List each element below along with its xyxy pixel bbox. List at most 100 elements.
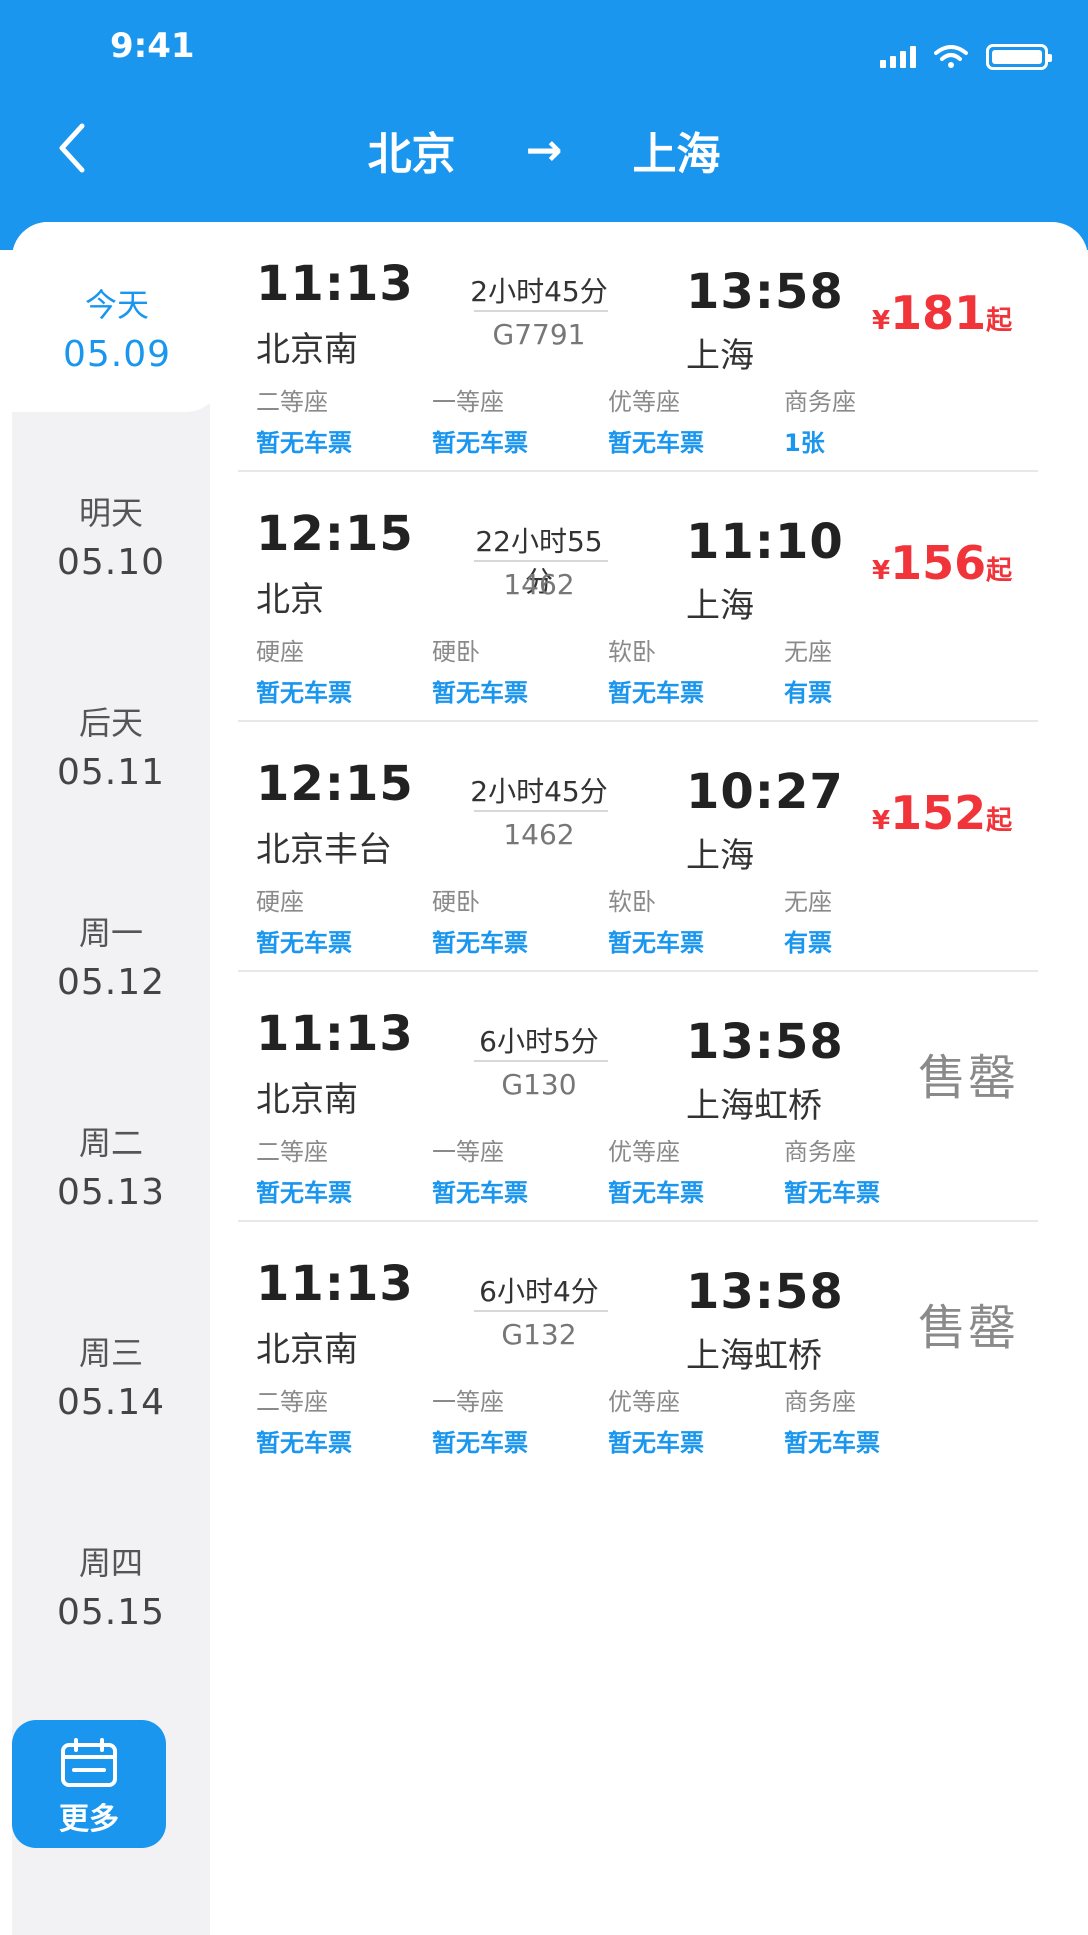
date-day-label: 周一 xyxy=(78,914,143,952)
departure-time: 12:15 xyxy=(256,756,414,812)
seat-class: 商务座 暂无车票 xyxy=(784,1132,944,1208)
date-value: 05.10 xyxy=(56,542,166,583)
seat-class-name: 无座 xyxy=(784,888,832,916)
date-item[interactable]: 今天 05.09 xyxy=(12,222,222,412)
seat-class-name: 一等座 xyxy=(432,1388,504,1416)
train-row[interactable]: 11:13 北京南 6小时5分 G130 13:58 上海虹桥 售罄 二等座 暂无车票 一等座 暂无… xyxy=(238,972,1038,1222)
date-day-label: 明天 xyxy=(78,494,143,532)
seat-availability: 暂无车票 xyxy=(256,429,352,457)
departure-time: 11:13 xyxy=(256,1256,414,1312)
price-currency: ¥ xyxy=(872,806,891,836)
date-day-label: 周二 xyxy=(78,1124,143,1162)
travel-duration: 2小时45分 xyxy=(470,775,608,808)
seat-availability: 暂无车票 xyxy=(784,1179,880,1207)
seat-availability: 1张 xyxy=(784,429,825,457)
date-item[interactable]: 周三 05.14 xyxy=(12,1272,210,1462)
train-row[interactable]: 11:13 北京南 6小时4分 G132 13:58 上海虹桥 售罄 二等座 暂无车票 一等座 暂无… xyxy=(238,1222,1038,1472)
train-number: 1462 xyxy=(503,818,575,851)
date-value: 05.15 xyxy=(56,1592,166,1633)
seat-class: 二等座 暂无车票 xyxy=(256,1132,416,1208)
seat-availability: 暂无车票 xyxy=(608,929,704,957)
seat-class: 一等座 暂无车票 xyxy=(432,1382,592,1458)
seat-class-name: 商务座 xyxy=(784,1138,856,1166)
date-item[interactable]: 周二 05.13 xyxy=(12,1062,210,1252)
seat-availability: 暂无车票 xyxy=(256,929,352,957)
duration-divider xyxy=(474,810,608,812)
seat-class: 二等座 暂无车票 xyxy=(256,382,416,458)
price: ¥181起 xyxy=(872,286,1012,340)
price-suffix: 起 xyxy=(986,306,1013,336)
arrival-time: 11:10 xyxy=(686,514,844,570)
seat-class-name: 一等座 xyxy=(432,1138,504,1166)
seat-class: 硬座 暂无车票 xyxy=(256,632,416,708)
seat-class: 商务座 暂无车票 xyxy=(784,1382,944,1458)
arrival-time: 13:58 xyxy=(686,264,844,320)
arrival-station: 上海 xyxy=(686,336,754,376)
train-number: G132 xyxy=(501,1318,577,1351)
seat-class-name: 硬座 xyxy=(256,888,304,916)
seat-class-name: 优等座 xyxy=(608,1388,680,1416)
date-value: 05.14 xyxy=(56,1382,166,1423)
price-currency: ¥ xyxy=(872,556,891,586)
more-button-label: 更多 xyxy=(59,1802,119,1837)
seat-availability: 暂无车票 xyxy=(432,429,528,457)
price-currency: ¥ xyxy=(872,306,891,336)
date-item[interactable]: 周一 05.12 xyxy=(12,852,210,1042)
status-icons xyxy=(880,44,1052,70)
price: ¥152起 xyxy=(872,786,1012,840)
arrival-time: 13:58 xyxy=(686,1014,844,1070)
date-item[interactable]: 周四 05.15 xyxy=(12,1482,210,1672)
battery-icon xyxy=(986,44,1052,70)
date-day-label: 今天 xyxy=(84,286,149,324)
calendar-icon xyxy=(61,1738,117,1787)
wifi-icon xyxy=(934,45,968,68)
more-dates-button[interactable]: 更多 xyxy=(12,1720,166,1848)
arrival-time: 13:58 xyxy=(686,1264,844,1320)
seat-availability: 暂无车票 xyxy=(432,1179,528,1207)
sold-out-label: 售罄 xyxy=(918,1050,1019,1106)
seat-class: 硬卧 暂无车票 xyxy=(432,882,592,958)
departure-station: 北京南 xyxy=(256,330,358,370)
cellular-signal-icon xyxy=(880,46,916,68)
seat-availability: 暂无车票 xyxy=(256,1429,352,1457)
duration-divider xyxy=(474,560,608,562)
seat-availability: 暂无车票 xyxy=(432,1429,528,1457)
seat-class: 硬座 暂无车票 xyxy=(256,882,416,958)
seat-class-name: 软卧 xyxy=(608,888,656,916)
sold-out-label: 售罄 xyxy=(918,1300,1019,1356)
date-item[interactable]: 明天 05.10 xyxy=(12,432,210,622)
seat-availability: 暂无车票 xyxy=(608,1179,704,1207)
arrival-station: 上海 xyxy=(686,836,754,876)
train-number: G7791 xyxy=(492,318,586,351)
seat-class-name: 优等座 xyxy=(608,388,680,416)
duration-divider xyxy=(474,310,608,312)
departure-time: 12:15 xyxy=(256,506,414,562)
date-value: 05.09 xyxy=(62,334,172,375)
train-row[interactable]: 12:15 北京丰台 2小时45分 1462 10:27 上海 ¥152起 硬座 暂无车票 硬卧暂… xyxy=(238,722,1038,972)
date-item[interactable]: 后天 05.11 xyxy=(12,642,210,832)
duration-divider xyxy=(474,1060,608,1062)
arrival-station: 上海虹桥 xyxy=(686,1086,822,1126)
seat-class: 软卧 暂无车票 xyxy=(608,882,768,958)
route-title: 北京 → 上海 xyxy=(0,118,1088,182)
travel-duration: 6小时4分 xyxy=(479,1275,599,1308)
seat-class-name: 二等座 xyxy=(256,1388,328,1416)
seat-availability: 暂无车票 xyxy=(608,429,704,457)
train-row[interactable]: 11:13 北京南 2小时45分 G7791 13:58 上海 ¥181起 二等座 暂无车票 一等… xyxy=(238,222,1038,472)
seat-availability: 暂无车票 xyxy=(256,1179,352,1207)
seat-class: 硬卧 暂无车票 xyxy=(432,632,592,708)
to-city: 上海 xyxy=(632,129,721,180)
date-value: 05.13 xyxy=(56,1172,166,1213)
seat-availability: 暂无车票 xyxy=(608,679,704,707)
price-suffix: 起 xyxy=(986,806,1013,836)
date-value: 05.11 xyxy=(56,752,166,793)
seat-class-name: 软卧 xyxy=(608,638,656,666)
content-card: 今天 05.09 明天 05.10 后天 05.11 周一 05.12 周二 05.13 周三 05.… xyxy=(12,222,1088,1935)
train-row[interactable]: 12:15 北京 22小时55分 1462 11:10 上海 ¥156起 硬座 暂无车票 硬卧 暂无… xyxy=(238,472,1038,722)
departure-station: 北京南 xyxy=(256,1080,358,1120)
seat-class: 优等座 暂无车票 xyxy=(608,1382,768,1458)
seat-class: 一等座 暂无车票 xyxy=(432,382,592,458)
seat-availability: 暂无车票 xyxy=(432,929,528,957)
status-time: 9:41 xyxy=(110,26,195,66)
seat-class-name: 无座 xyxy=(784,638,832,666)
